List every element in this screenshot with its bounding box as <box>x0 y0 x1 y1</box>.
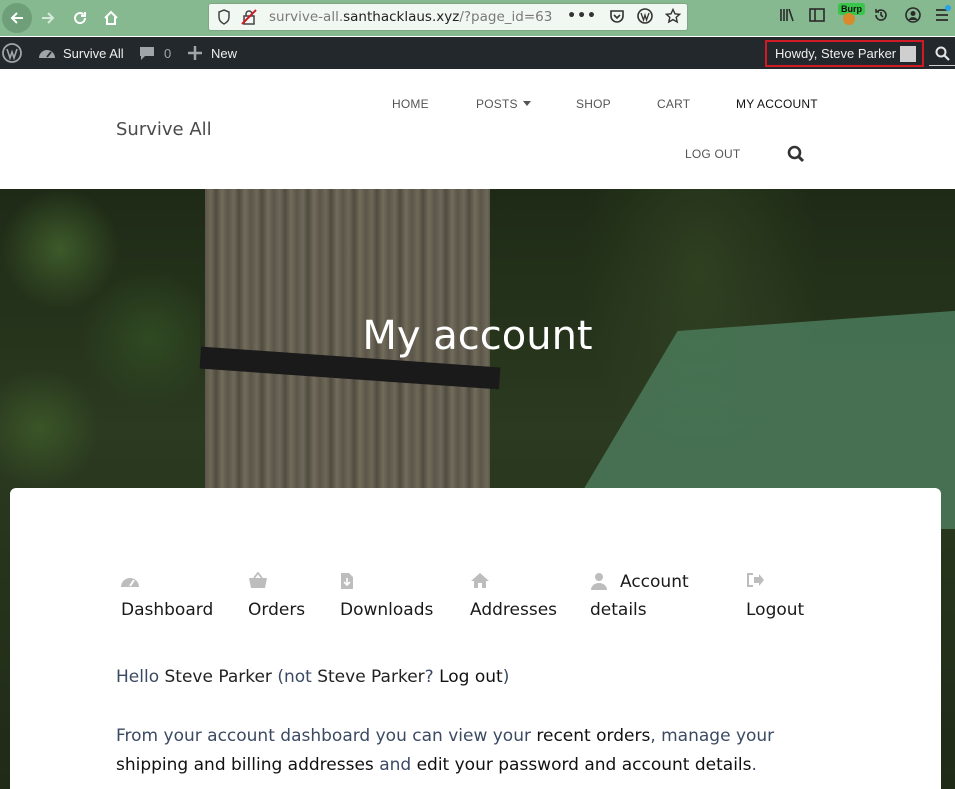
page-actions-icon[interactable]: ••• <box>567 8 597 24</box>
pocket-icon[interactable] <box>609 8 625 24</box>
url-text[interactable]: survive-all.santhacklaus.xyz/?page_id=63 <box>269 9 552 25</box>
comments-menu[interactable]: 0 <box>139 37 171 69</box>
nav-home[interactable]: HOME <box>392 97 429 111</box>
nav-posts[interactable]: POSTS <box>476 97 531 111</box>
user-icon <box>591 573 607 590</box>
dashboard-gauge-icon <box>39 50 55 58</box>
home-icon <box>104 10 118 25</box>
home-button[interactable] <box>97 4 125 32</box>
plus-icon <box>188 46 202 60</box>
avatar <box>900 46 916 62</box>
comment-bubble-icon <box>140 47 154 60</box>
greeting-text: Hello Steve Parker (not Steve Parker? Lo… <box>116 667 510 687</box>
browser-toolbar: survive-all.santhacklaus.xyz/?page_id=63… <box>0 0 955 36</box>
nav-my-account[interactable]: MY ACCOUNT <box>736 97 818 111</box>
reload-button[interactable] <box>66 4 94 32</box>
page-title: My account <box>362 313 593 359</box>
account-icon[interactable] <box>904 6 922 24</box>
my-account-menu[interactable]: Howdy, Steve Parker <box>765 40 924 67</box>
back-button[interactable] <box>2 3 32 33</box>
nav-shop[interactable]: SHOP <box>576 97 611 111</box>
forward-button[interactable] <box>34 4 62 32</box>
home-icon <box>471 573 489 588</box>
search-icon[interactable] <box>787 145 805 163</box>
recent-orders-link[interactable]: recent orders <box>536 726 650 746</box>
site-title[interactable]: Survive All <box>116 119 212 140</box>
dashboard-description: From your account dashboard you can view… <box>116 726 775 775</box>
insecure-lock-icon[interactable] <box>241 9 257 25</box>
wordpress-logo-icon <box>2 43 22 63</box>
update-indicator <box>945 5 951 11</box>
reload-icon <box>74 12 87 25</box>
back-arrow-icon <box>10 12 23 24</box>
nav-log-out[interactable]: LOG OUT <box>685 147 740 161</box>
file-download-icon <box>341 573 353 589</box>
wordpress-extension-icon[interactable] <box>637 8 653 24</box>
library-icon[interactable] <box>778 6 796 24</box>
site-name-menu[interactable]: Survive All <box>38 37 124 69</box>
edit-account-link[interactable]: edit your password and account details <box>417 755 752 775</box>
caret-down-icon <box>522 101 531 106</box>
forward-arrow-icon <box>42 12 55 24</box>
burp-extension-icon[interactable] <box>840 10 858 26</box>
dashboard-gauge-icon <box>121 578 139 587</box>
shopping-basket-icon <box>249 572 267 588</box>
site-header: Survive All HOME POSTS SHOP CART MY ACCO… <box>0 69 955 189</box>
admin-search-button[interactable] <box>929 37 955 69</box>
nav-cart[interactable]: CART <box>657 97 690 111</box>
logout-link[interactable]: Log out <box>439 667 503 687</box>
address-bar[interactable]: survive-all.santhacklaus.xyz/?page_id=63… <box>208 3 688 31</box>
sidebar-icon[interactable] <box>808 6 826 24</box>
search-icon <box>935 46 950 61</box>
content-card: Dashboard Orders Downloads Addresses Acc… <box>10 488 941 789</box>
wp-admin-bar: Survive All 0 New Howdy, Steve Parker <box>0 37 955 69</box>
addresses-link[interactable]: shipping and billing addresses <box>116 755 374 775</box>
wp-logo-menu[interactable] <box>2 37 22 69</box>
sign-out-icon <box>747 573 764 587</box>
bookmark-star-icon[interactable] <box>665 8 681 24</box>
shield-icon[interactable] <box>217 9 231 25</box>
new-content-menu[interactable]: New <box>188 37 237 69</box>
history-icon[interactable] <box>872 6 890 24</box>
